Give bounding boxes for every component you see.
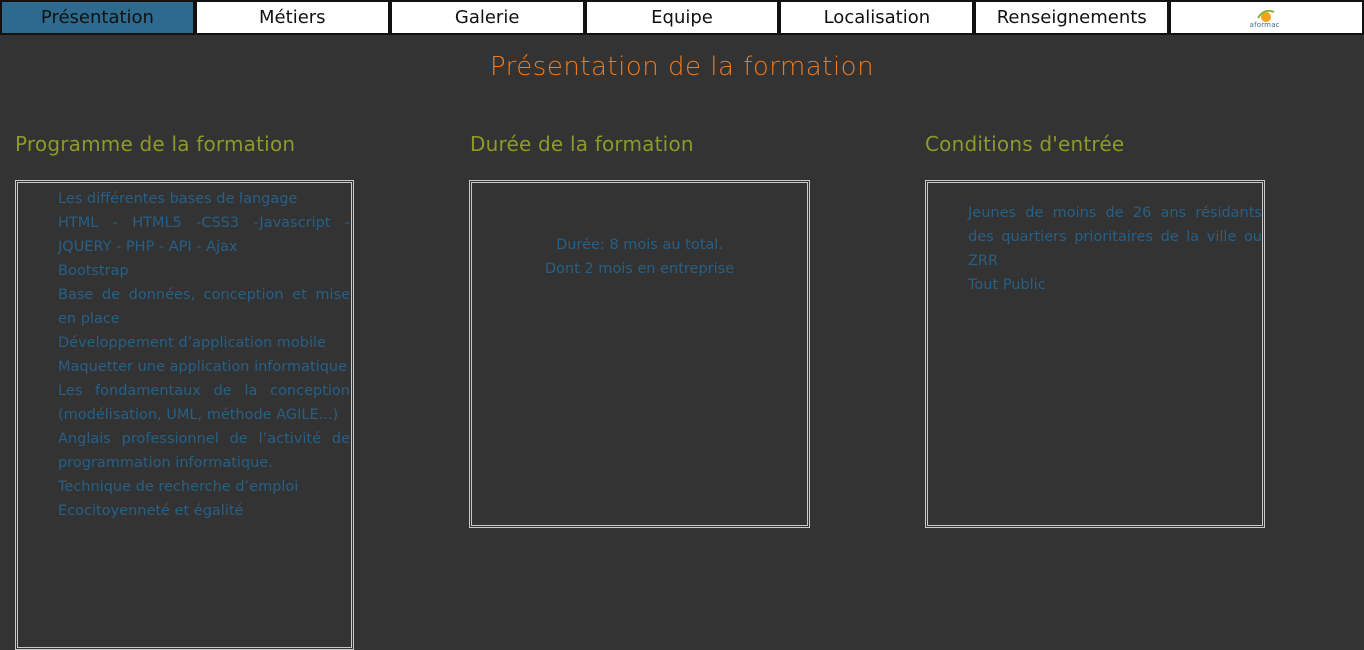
duree-box: Durée: 8 mois au total. Dont 2 mois en e… [469,180,810,528]
nav-item-presentation[interactable]: Présentation [0,0,195,35]
conditions-list: Jeunes de moins de 26 ans résidants des … [968,201,1262,297]
list-item: HTML - HTML5 -CSS3 -Javascript - JQUERY … [58,215,350,255]
duree-text: Durée: 8 mois au total. Dont 2 mois en e… [472,233,807,281]
list-item: Les fondamentaux de la conception (modél… [58,383,350,423]
conditions-box: Jeunes de moins de 26 ans résidants des … [925,180,1265,528]
aformac-logo-icon: aformac [1250,5,1284,31]
main-nav: Présentation Métiers Galerie Equipe Loca… [0,0,1364,35]
nav-item-logo[interactable]: aformac [1169,0,1364,35]
conditions-heading: Conditions d'entrée [925,132,1125,156]
nav-item-localisation[interactable]: Localisation [779,0,975,35]
list-item: Base de données, conception et mise en p… [58,287,350,327]
list-item: Bootstrap [58,263,129,279]
duree-heading: Durée de la formation [470,132,694,156]
nav-item-equipe[interactable]: Equipe [584,0,780,35]
list-item: Ecocitoyenneté et égalité [58,503,244,519]
list-item: Maquetter une application informatique [58,359,348,375]
duree-line: Dont 2 mois en entreprise [544,261,735,277]
nav-item-metiers[interactable]: Métiers [194,0,390,35]
duree-line: Durée: 8 mois au total. [556,237,723,253]
programme-list: Les différentes bases de langage HTML - … [58,187,350,523]
list-item: Développement d’application mobile [58,335,326,351]
list-item: Anglais professionnel de l’activité de p… [58,431,350,471]
nav-item-galerie[interactable]: Galerie [389,0,585,35]
programme-box: Les différentes bases de langage HTML - … [15,180,354,650]
programme-heading: Programme de la formation [15,132,296,156]
logo-text: aformac [1249,20,1280,29]
page-title: Présentation de la formation [489,52,875,82]
nav-item-renseignements[interactable]: Renseignements [974,0,1170,35]
list-item: Technique de recherche d’emploi [58,479,299,495]
list-item: Les différentes bases de langage [58,191,298,207]
list-item: Tout Public [968,277,1046,293]
list-item: Jeunes de moins de 26 ans résidants des … [968,205,1262,269]
